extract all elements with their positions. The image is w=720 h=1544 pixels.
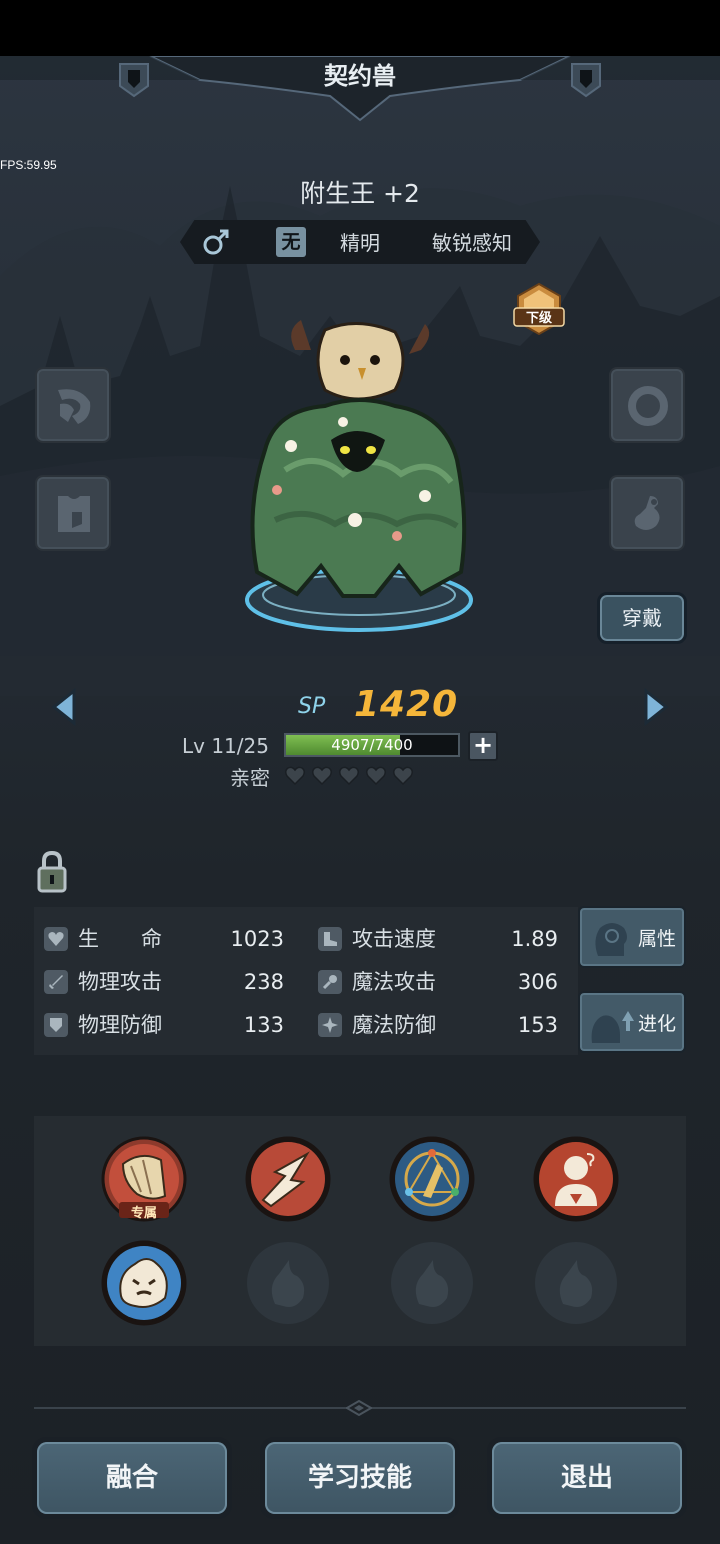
skill-rune-circle[interactable]	[389, 1136, 475, 1222]
sp-value: 1420	[354, 684, 459, 725]
stat-label: 物理攻击	[78, 970, 162, 994]
sp-label: SP	[298, 694, 326, 719]
pet-name: 附生王 +2	[300, 179, 420, 208]
exclusive-tag: 专属	[130, 1206, 157, 1221]
wand-icon	[318, 970, 342, 994]
ring-icon	[628, 386, 668, 426]
learn-skill-button[interactable]: 学习技能	[260, 1437, 460, 1519]
stat-row: 物理防御 133 魔法防御 153	[34, 1005, 578, 1045]
amulet-icon	[634, 496, 660, 530]
boot-icon	[318, 927, 342, 951]
attributes-button[interactable]: 属性	[578, 906, 686, 968]
level-label: Lv 11/25	[182, 734, 269, 758]
heart-icon	[338, 766, 360, 786]
equip-slot-amulet[interactable]	[609, 475, 685, 551]
attributes-label: 属性	[637, 928, 676, 950]
stats-panel: 生 命 1023 攻击速度 1.89 物理攻击 238 魔法攻击 306 物理防…	[34, 907, 578, 1055]
divider-ornament-icon	[346, 1400, 372, 1416]
wear-button[interactable]: 穿戴	[597, 592, 687, 644]
exit-button[interactable]: 退出	[487, 1437, 687, 1519]
male-gender-icon	[203, 229, 229, 255]
intimacy-label: 亲密	[230, 766, 270, 790]
pet-portrait	[245, 320, 473, 632]
fps-counter: FPS:59.95	[0, 158, 57, 172]
stat-value: 306	[517, 970, 558, 994]
lock-icon[interactable]	[36, 850, 68, 894]
equip-slot-armor[interactable]	[35, 475, 111, 551]
evolve-button[interactable]: 进化	[578, 991, 686, 1053]
next-pet-arrow[interactable]	[642, 688, 670, 726]
exp-bar: 4907/7400	[284, 733, 460, 757]
trait-label: 精明	[340, 231, 380, 255]
equip-slot-claw[interactable]	[35, 367, 111, 443]
exit-label: 退出	[492, 1442, 682, 1514]
grade-label: 下级	[526, 310, 553, 326]
stat-value: 1023	[230, 927, 284, 951]
trait-label: 敏锐感知	[432, 231, 512, 255]
stat-value: 133	[243, 1013, 284, 1037]
skill-wing-claw[interactable]: 专属	[101, 1136, 187, 1222]
add-exp-button[interactable]: +	[468, 731, 498, 761]
heart-icon	[392, 766, 414, 786]
stat-value: 153	[517, 1013, 558, 1037]
exp-text: 4907/7400	[331, 736, 413, 754]
equip-slot-ring[interactable]	[609, 367, 685, 443]
skill-slash[interactable]	[245, 1136, 331, 1222]
status-bar	[0, 0, 720, 56]
prev-pet-arrow[interactable]	[50, 688, 78, 726]
heart-icon	[311, 766, 333, 786]
skill-slot-locked[interactable]	[533, 1240, 619, 1326]
fuse-button[interactable]: 融合	[32, 1437, 232, 1519]
stat-value: 1.89	[511, 927, 558, 951]
stat-label: 生 命	[78, 927, 162, 951]
stat-label: 魔法攻击	[352, 970, 436, 994]
heart-icon	[365, 766, 387, 786]
evolve-label: 进化	[637, 1013, 676, 1035]
stat-label: 物理防御	[78, 1013, 162, 1037]
stat-row: 物理攻击 238 魔法攻击 306	[34, 962, 578, 1002]
heart-icon	[284, 766, 306, 786]
magic-shield-icon	[318, 1013, 342, 1037]
stat-label: 魔法防御	[352, 1013, 436, 1037]
shield-icon	[44, 1013, 68, 1037]
grade-badge: 下级	[508, 282, 570, 342]
armor-icon	[58, 496, 90, 532]
attribute-badge: 无	[276, 227, 306, 257]
stat-label: 攻击速度	[352, 927, 436, 951]
evolve-silhouette-icon	[591, 1011, 634, 1043]
skill-slot-locked[interactable]	[245, 1240, 331, 1326]
stat-row: 生 命 1023 攻击速度 1.89	[34, 919, 578, 959]
heart-shield-icon	[44, 927, 68, 951]
page-title: 契约兽	[324, 62, 396, 90]
skill-angry-spirit[interactable]	[101, 1240, 187, 1326]
skill-slot-locked[interactable]	[389, 1240, 475, 1326]
sword-icon	[44, 970, 68, 994]
intimacy-hearts	[284, 765, 414, 787]
head-silhouette-icon	[595, 923, 627, 956]
claw-icon	[58, 389, 91, 424]
learn-skill-label: 学习技能	[265, 1442, 455, 1514]
skill-debuff[interactable]	[533, 1136, 619, 1222]
stat-value: 238	[243, 970, 284, 994]
fuse-label: 融合	[37, 1442, 227, 1514]
